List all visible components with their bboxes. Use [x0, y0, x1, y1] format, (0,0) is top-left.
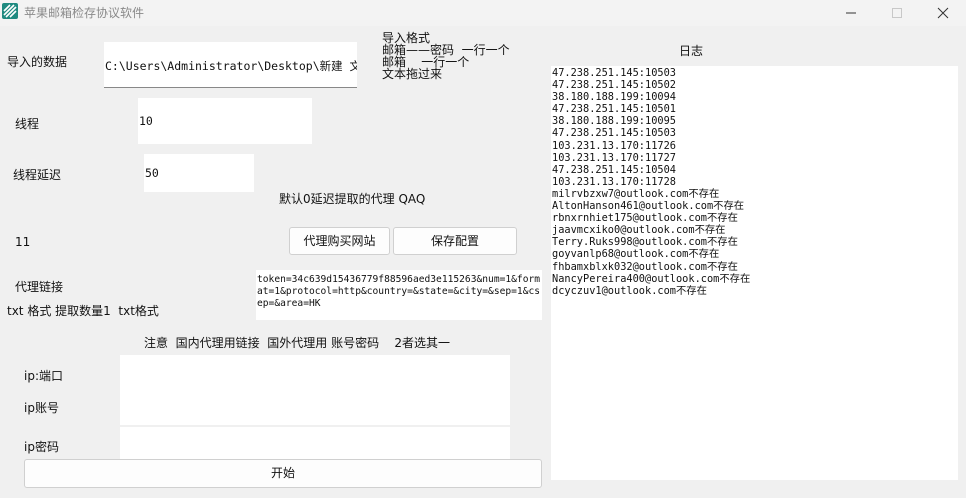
app-logo-icon	[2, 3, 18, 19]
import-format-line3: 文本拖过来	[382, 67, 443, 81]
log-line: dcyczuv1@outlook.com不存在	[552, 284, 707, 297]
start-button[interactable]: 开始	[24, 459, 542, 488]
proxy-notice: 注意 国内代理用链接 国外代理用 账号密码 2者选其一	[144, 336, 450, 350]
threads-value: 10	[139, 114, 153, 128]
log-line: 47.238.251.145:10504	[552, 163, 676, 176]
log-line: milrvbzxw7@outlook.com不存在	[552, 187, 720, 200]
log-line: 47.238.251.145:10503	[552, 127, 676, 140]
threads-input[interactable]: 10	[138, 98, 312, 144]
ip-password-input[interactable]	[120, 427, 510, 459]
import-data-label: 导入的数据	[7, 55, 68, 69]
log-line: 103.231.13.170:11728	[552, 175, 676, 188]
default-delay-note: 默认0延迟提取的代理 QAQ	[279, 192, 426, 206]
log-line: NancyPereira400@outlook.com不存在	[552, 272, 751, 285]
count-label: 11	[15, 235, 31, 249]
log-line: 103.231.13.170:11726	[552, 139, 676, 152]
threads-label: 线程	[15, 117, 40, 131]
log-line: 47.238.251.145:10502	[552, 79, 676, 92]
log-line: 103.231.13.170:11727	[552, 151, 676, 164]
log-textarea[interactable]: 47.238.251.145:10503 47.238.251.145:10502…	[551, 66, 958, 480]
log-line: 47.238.251.145:10503	[552, 67, 676, 79]
ip-password-label: ip密码	[24, 440, 59, 454]
log-line: 38.180.188.199:10095	[552, 115, 676, 128]
log-line: 47.238.251.145:10501	[552, 103, 676, 116]
txt-format-note: txt 格式 提取数量1 txt格式	[7, 304, 159, 318]
thread-delay-label: 线程延迟	[13, 168, 62, 182]
log-line: AltonHanson461@outlook.com不存在	[552, 200, 745, 213]
minimize-icon	[846, 12, 856, 14]
import-format-info: 导入格式 邮箱——密码 一行一个 邮箱 一行一个 文本拖过来	[382, 32, 510, 80]
ip-port-label: ip:端口	[24, 369, 63, 383]
log-line: Terry.Ruks998@outlook.com不存在	[552, 236, 738, 249]
close-icon	[937, 7, 949, 19]
proxy-link-input[interactable]: token=34c639d15436779f88596aed3e115263&n…	[256, 270, 542, 320]
ip-port-input[interactable]	[120, 355, 510, 385]
buy-proxy-button[interactable]: 代理购买网站	[289, 227, 390, 255]
thread-delay-input[interactable]: 50	[144, 154, 254, 192]
maximize-icon	[892, 8, 902, 18]
log-line: jaavmcxiko0@outlook.com不存在	[552, 224, 726, 237]
import-data-value: C:\Users\Administrator\Desktop\新建 文本文	[105, 59, 357, 73]
log-line: rbnxrnhiet175@outlook.com不存在	[552, 212, 738, 225]
ip-account-label: ip账号	[24, 401, 59, 415]
log-line: fhbamxblxk032@outlook.com不存在	[552, 260, 738, 273]
proxy-link-label: 代理链接	[15, 280, 64, 294]
ip-account-input[interactable]	[120, 385, 510, 425]
thread-delay-value: 50	[145, 166, 159, 180]
close-button[interactable]	[920, 0, 966, 26]
window-title: 苹果邮箱检存协议软件	[24, 6, 145, 20]
import-data-field[interactable]: C:\Users\Administrator\Desktop\新建 文本文	[104, 42, 357, 88]
log-line: goyvanlp68@outlook.com不存在	[552, 248, 720, 261]
save-config-button[interactable]: 保存配置	[393, 227, 517, 255]
maximize-button[interactable]	[874, 0, 920, 26]
minimize-button[interactable]	[828, 0, 874, 26]
log-title: 日志	[679, 44, 704, 58]
log-line: 38.180.188.199:10094	[552, 91, 676, 104]
title-bar: 苹果邮箱检存协议软件	[0, 0, 966, 26]
